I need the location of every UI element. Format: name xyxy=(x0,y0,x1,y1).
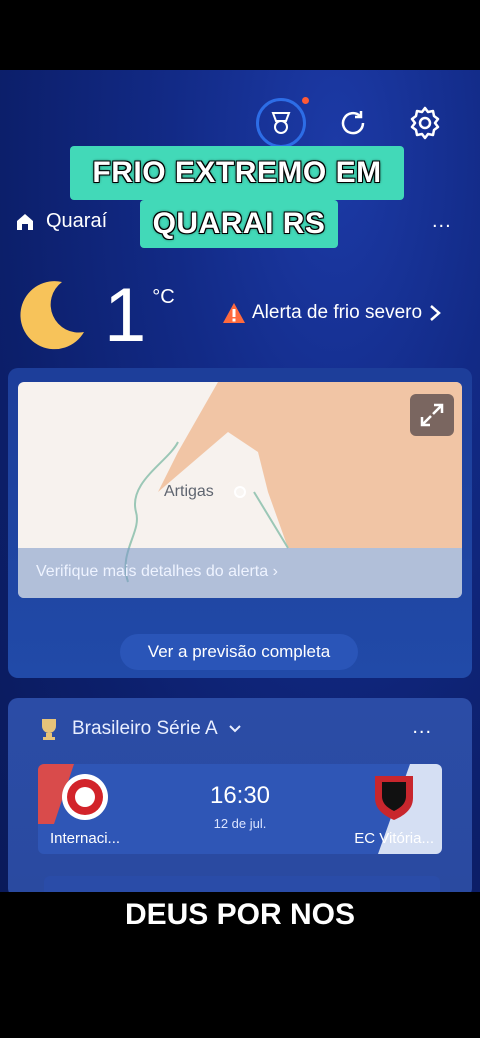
map-city-marker xyxy=(234,486,246,498)
rewards-icon[interactable] xyxy=(256,97,309,148)
expand-map-button[interactable] xyxy=(410,394,454,436)
location-bar[interactable]: Quaraí xyxy=(14,210,107,233)
screen: Quaraí ... 1 °C Alerta de frio severo Ar… xyxy=(0,70,480,892)
temperature-unit: °C xyxy=(152,286,175,308)
gear-icon[interactable] xyxy=(400,98,450,148)
refresh-icon[interactable] xyxy=(328,98,378,148)
league-name: Brasileiro Série A xyxy=(72,718,218,739)
league-selector[interactable]: Brasileiro Série A xyxy=(36,716,242,742)
home-team-name: Internaci... xyxy=(50,830,121,847)
warning-icon xyxy=(223,303,245,323)
overlay-caption-line-2: QUARAI RS xyxy=(140,200,338,248)
weather-alert-link[interactable]: Alerta de frio severo xyxy=(222,302,442,324)
moon-icon xyxy=(20,281,85,350)
location-name: Quaraí xyxy=(46,210,108,232)
alert-details-link[interactable]: Verifique mais detalhes do alerta › xyxy=(18,548,462,598)
vitoria-crest-icon xyxy=(375,776,414,820)
alert-text: Alerta de frio severo xyxy=(252,302,423,323)
away-team-name: EC Vitória... xyxy=(354,830,434,847)
map-city-label: Artigas xyxy=(164,483,214,500)
alert-details-text: Verifique mais detalhes do alerta xyxy=(36,563,269,580)
notification-dot xyxy=(302,97,309,104)
chevron-right-icon: › xyxy=(272,563,278,580)
sports-card: Brasileiro Série A ... Internaci... 16:3… xyxy=(8,698,472,892)
alert-map[interactable]: Artigas Verifique mais detalhes do alert… xyxy=(18,382,462,598)
current-weather: 1 °C xyxy=(18,278,175,354)
full-forecast-button[interactable]: Ver a previsão completa xyxy=(120,634,358,670)
chevron-right-icon xyxy=(430,305,441,321)
match-card[interactable]: Internaci... 16:30 12 de jul. EC Vitória… xyxy=(38,764,442,854)
chevron-down-icon xyxy=(229,725,241,733)
home-icon xyxy=(17,213,33,230)
expand-icon xyxy=(420,403,444,427)
bottom-caption: DEUS POR NOS xyxy=(124,898,356,931)
away-team: EC Vitória... xyxy=(354,772,434,847)
top-toolbar xyxy=(256,97,450,148)
next-match-card[interactable] xyxy=(44,876,440,892)
sports-more-button[interactable]: ... xyxy=(412,716,432,739)
location-more-button[interactable]: ... xyxy=(432,210,452,233)
temperature-value: 1 xyxy=(104,273,147,358)
weather-card: Artigas Verifique mais detalhes do alert… xyxy=(8,368,472,678)
overlay-caption-line-1: FRIO EXTREMO EM xyxy=(70,146,404,200)
trophy-icon xyxy=(42,719,56,740)
